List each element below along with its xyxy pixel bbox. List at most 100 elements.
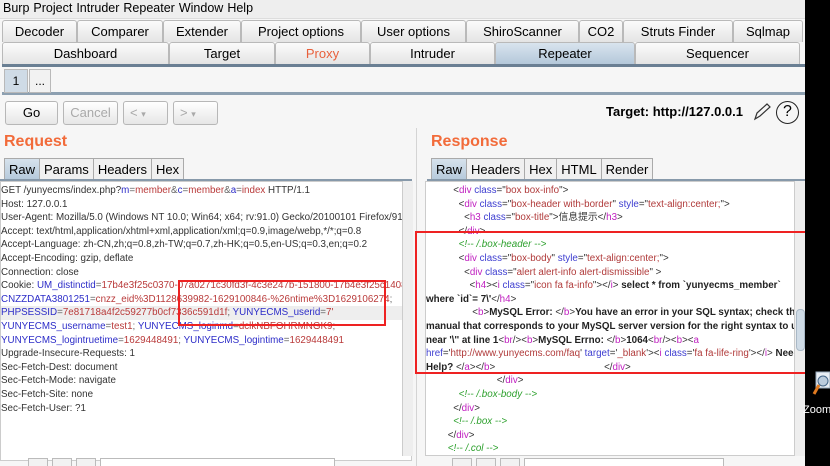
tab-shiroscanner[interactable]: ShiroScanner	[466, 20, 579, 42]
code-line: <!-- /.col -->	[426, 442, 804, 455]
tab-sqlmap[interactable]: Sqlmap	[733, 20, 803, 42]
code-token: ="	[496, 185, 506, 196]
code-token: >	[468, 429, 475, 441]
request-search-bar	[28, 458, 335, 466]
tool-tabs-row1: Decoder Comparer Extender Project option…	[2, 20, 805, 42]
menu-help[interactable]: Help	[227, 0, 253, 18]
code-token: h3	[469, 212, 481, 224]
code-token: GET /yunyecms/index.php?	[1, 185, 122, 196]
response-tab-headers[interactable]: Headers	[466, 158, 526, 180]
response-tab-html[interactable]: HTML	[556, 158, 602, 180]
cancel-button[interactable]: Cancel	[63, 101, 118, 125]
search-nav-button[interactable]	[452, 458, 472, 466]
tab-project-options[interactable]: Project options	[241, 20, 361, 42]
code-line: <div class="box-header with-border" styl…	[426, 198, 804, 212]
code-token: Sec-Fetch-User: ?1	[1, 402, 86, 414]
code-token: 1629448491	[123, 334, 179, 346]
menu-project[interactable]: Project	[33, 0, 72, 18]
chevron-down-icon: ▾	[141, 109, 146, 119]
request-scrollbar[interactable]	[402, 181, 413, 456]
repeater-tab-1[interactable]: 1	[4, 69, 28, 93]
go-button[interactable]: Go	[5, 101, 58, 125]
menu-intruder[interactable]: Intruder	[76, 0, 119, 18]
code-token: <!-- /.box-body -->	[458, 388, 538, 400]
search-nav-button[interactable]	[500, 458, 520, 466]
request-tab-headers[interactable]: Headers	[92, 158, 152, 180]
zoom-app-label: Zoom	[803, 404, 830, 416]
code-line: </div>	[426, 429, 804, 443]
code-token: div	[456, 429, 469, 441]
code-token: Connection: close	[1, 266, 79, 278]
forward-icon: >	[180, 105, 188, 120]
search-nav-button[interactable]	[28, 458, 48, 466]
code-line: Accept-Language: zh-CN,zh;q=0.8,zh-TW;q=…	[1, 238, 411, 252]
tab-dashboard[interactable]: Dashboard	[2, 42, 169, 64]
code-token: User-Agent: Mozilla/5.0 (Windows NT 10.0…	[1, 212, 411, 224]
code-token: box box-info	[505, 185, 560, 196]
search-nav-button[interactable]	[52, 458, 72, 466]
tab-extender[interactable]: Extender	[163, 20, 241, 42]
response-search-input[interactable]	[524, 458, 724, 466]
edit-target-pencil-icon[interactable]	[752, 102, 772, 122]
code-line: </div>	[426, 374, 804, 388]
code-token: style	[618, 198, 639, 210]
code-token: box-header with-border	[511, 198, 613, 210]
code-line: </div>	[426, 402, 804, 416]
tab-sequencer[interactable]: Sequencer	[635, 42, 800, 64]
code-token: Sec-Fetch-Site: none	[1, 388, 94, 400]
forward-button[interactable]: > ▾	[173, 101, 218, 125]
tab-co2[interactable]: CO2	[579, 20, 623, 42]
tab-user-options[interactable]: User options	[361, 20, 466, 42]
response-tab-raw[interactable]: Raw	[431, 158, 468, 180]
code-token: ">	[720, 198, 730, 210]
code-token: Accept-Language: zh-CN,zh;q=0.8,zh-TW;q=…	[1, 239, 368, 251]
code-line: Sec-Fetch-Site: none	[1, 388, 411, 402]
code-line: Sec-Fetch-Dest: document	[1, 361, 411, 375]
code-token: Accept-Encoding: gzip, deflate	[1, 252, 134, 264]
request-tab-raw[interactable]: Raw	[4, 158, 41, 180]
code-line: <!-- /.box -->	[426, 415, 804, 429]
zoom-app-icon[interactable]	[812, 370, 830, 396]
repeater-tab-new[interactable]: ...	[29, 69, 51, 93]
code-token: 1629448491	[289, 334, 345, 346]
code-token: YUNYECMS_username	[1, 320, 106, 332]
back-button[interactable]: < ▾	[123, 101, 168, 125]
request-tab-hex[interactable]: Hex	[150, 158, 185, 180]
code-line: Host: 127.0.0.1	[1, 198, 411, 212]
request-tab-params[interactable]: Params	[39, 158, 94, 180]
code-token: div	[464, 198, 477, 210]
code-token: member	[135, 185, 172, 196]
search-nav-button[interactable]	[76, 458, 96, 466]
tab-proxy[interactable]: Proxy	[275, 42, 370, 64]
request-search-input[interactable]	[100, 458, 335, 466]
request-title: Request	[4, 133, 68, 150]
code-token: Host: 127.0.0.1	[1, 198, 68, 210]
code-token: Upgrade-Insecure-Requests: 1	[1, 348, 135, 360]
tab-target[interactable]: Target	[169, 42, 275, 64]
code-token: PHPSESSID	[1, 307, 58, 319]
code-token: Accept: text/html,application/xhtml+xml,…	[1, 225, 362, 237]
tab-struts-finder[interactable]: Struts Finder	[623, 20, 733, 42]
tab-repeater[interactable]: Repeater	[495, 42, 635, 64]
tab-comparer[interactable]: Comparer	[77, 20, 163, 42]
code-line: YUNYECMS_logintruetime=1629448491; YUNYE…	[1, 334, 411, 348]
code-token: ="	[505, 212, 515, 224]
menu-repeater[interactable]: Repeater	[123, 0, 174, 18]
code-token: <!-- /.col -->	[447, 443, 499, 455]
request-tabs: Raw Params Headers Hex	[4, 158, 185, 180]
tab-decoder[interactable]: Decoder	[2, 20, 77, 42]
menu-burp[interactable]: Burp	[3, 0, 29, 18]
code-token: YUNYECMS_logintime	[183, 334, 284, 346]
code-line: <div class="box box-info">	[426, 184, 804, 198]
menu-window[interactable]: Window	[179, 0, 223, 18]
response-tab-render[interactable]: Render	[600, 158, 654, 180]
search-nav-button[interactable]	[476, 458, 496, 466]
tab-intruder[interactable]: Intruder	[370, 42, 495, 64]
code-token: ">	[559, 185, 569, 196]
menu-bar: Burp Project Intruder Repeater Window He…	[0, 0, 805, 19]
code-token: index	[241, 185, 266, 196]
response-tab-hex[interactable]: Hex	[524, 158, 558, 180]
help-icon[interactable]: ?	[776, 101, 799, 124]
